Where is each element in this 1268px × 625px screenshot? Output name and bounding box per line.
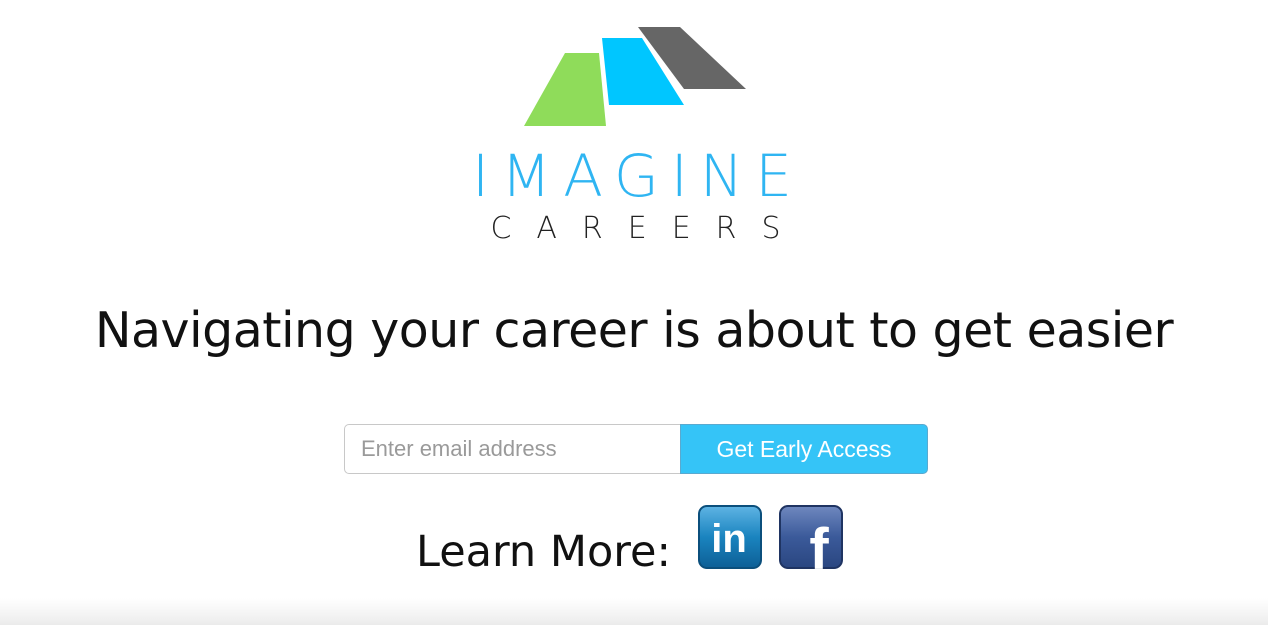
facebook-icon-glyph: f xyxy=(809,517,829,569)
bottom-shadow-divider xyxy=(0,598,1268,625)
facebook-link[interactable]: f xyxy=(779,505,843,569)
linkedin-link[interactable]: in xyxy=(698,505,762,569)
imagine-careers-logo-mark xyxy=(524,27,746,126)
brand-name-careers: CAREERS xyxy=(490,211,806,246)
email-input[interactable] xyxy=(344,424,680,474)
linkedin-icon: in xyxy=(698,505,762,569)
logo-green-shape xyxy=(524,53,606,126)
early-access-form: Get Early Access xyxy=(344,424,928,474)
landing-page: IMAGINE CAREERS Navigating your career i… xyxy=(0,0,1268,625)
get-early-access-button[interactable]: Get Early Access xyxy=(680,424,928,474)
brand-name-imagine: IMAGINE xyxy=(472,142,804,210)
learn-more-label: Learn More: xyxy=(416,527,671,577)
page-headline: Navigating your career is about to get e… xyxy=(94,302,1174,359)
facebook-icon: f xyxy=(779,505,843,569)
linkedin-icon-glyph: in xyxy=(711,517,747,561)
